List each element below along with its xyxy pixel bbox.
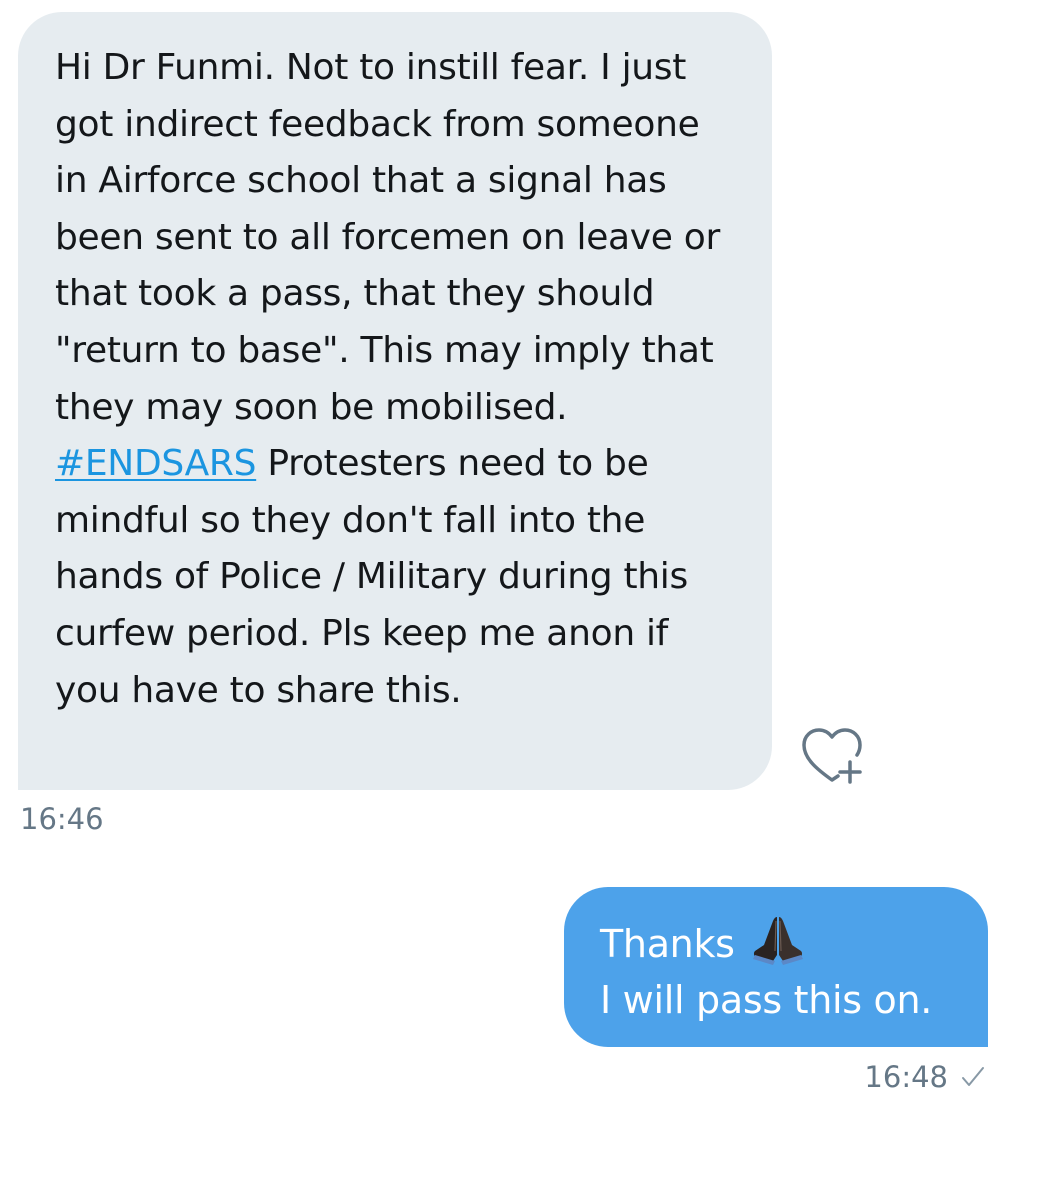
sent-message-text: Thanks [600,922,735,966]
received-message-text: Hi Dr Funmi. Not to instill fear. I just… [55,40,742,719]
message-text-part: Hi Dr Funmi. Not to instill fear. I just… [55,47,721,428]
received-message-time: 16:46 [20,802,104,836]
sent-message-line-1: Thanks [600,911,968,972]
heart-plus-icon[interactable] [798,724,866,786]
sent-message-bubble[interactable]: Thanks I will pass this on. [564,887,988,1047]
sent-message-line-2: I will pass this on. [600,978,933,1022]
hashtag-link[interactable]: #ENDSARS [55,443,256,484]
check-icon [960,1064,986,1090]
sent-time-label: 16:48 [864,1060,948,1094]
received-message-bubble[interactable]: Hi Dr Funmi. Not to instill fear. I just… [18,12,772,790]
folded-hands-emoji [749,911,807,967]
conversation-view: Hi Dr Funmi. Not to instill fear. I just… [0,0,1046,1200]
